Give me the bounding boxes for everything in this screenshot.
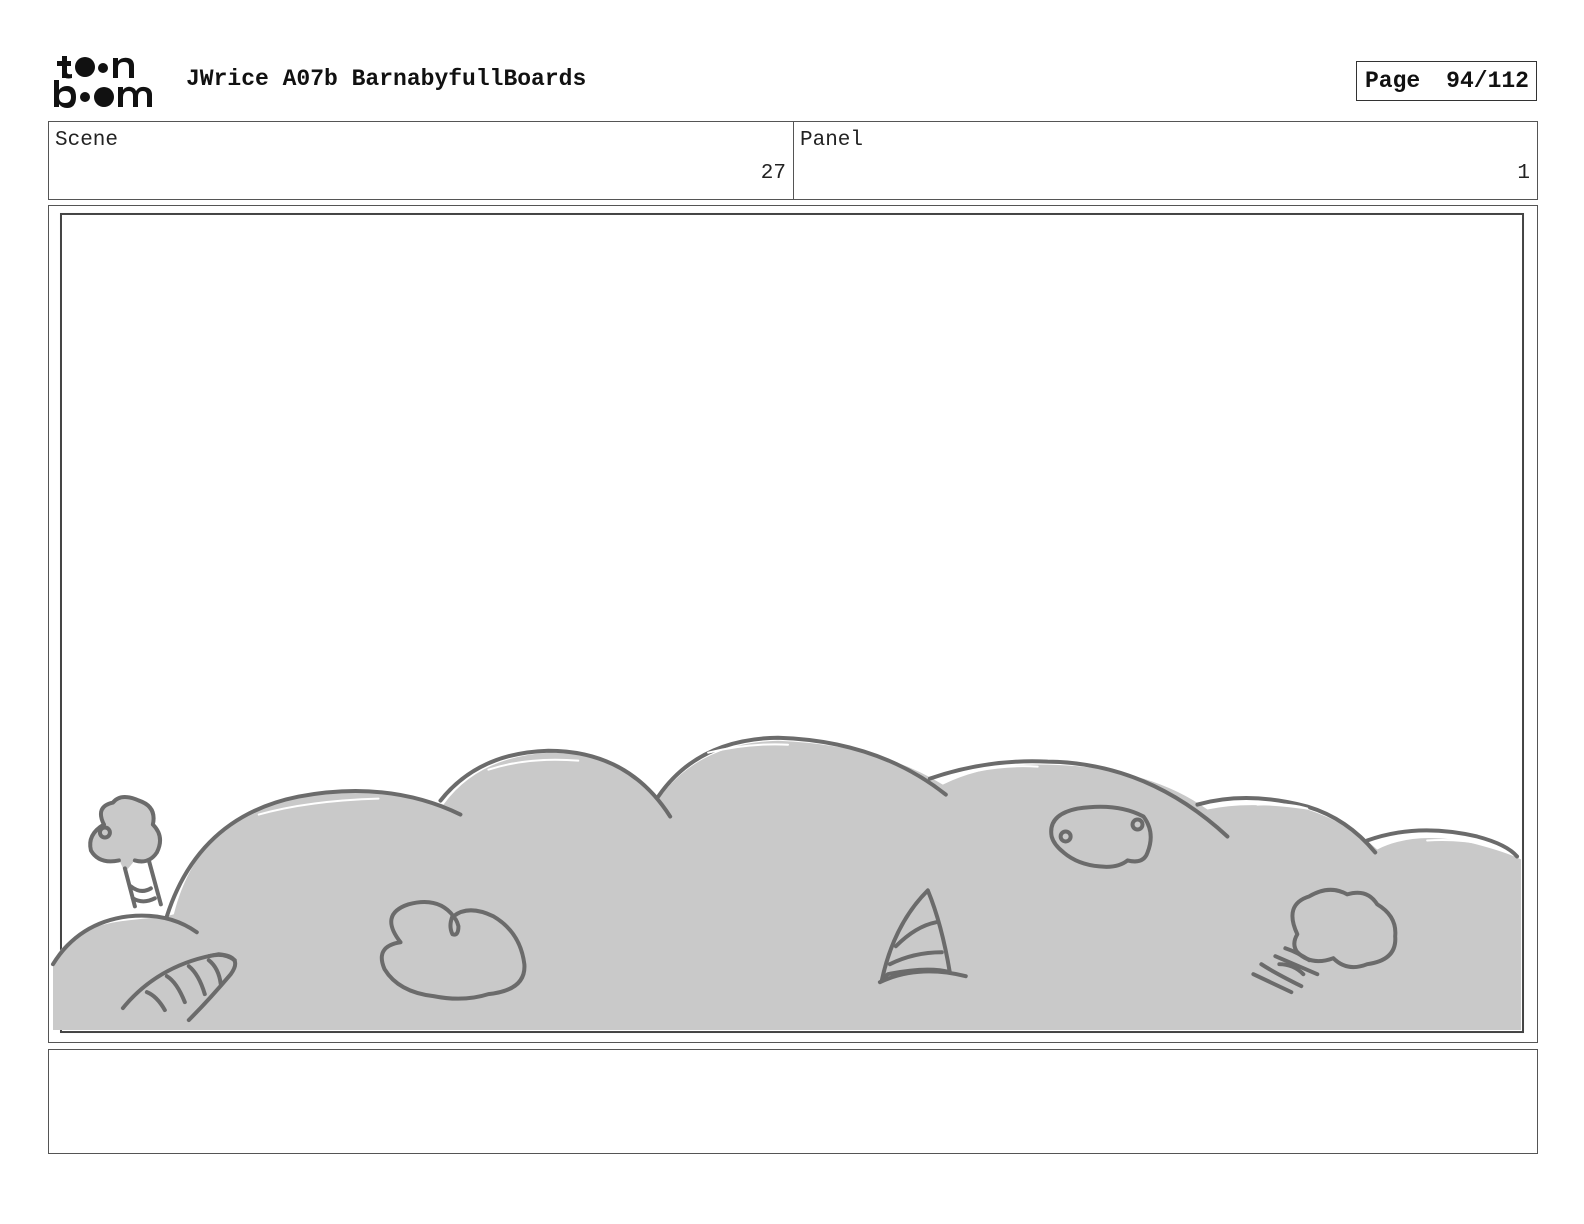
panel-number: 1: [1517, 162, 1530, 185]
panel-cell: Panel 1: [794, 122, 1537, 199]
sketch-drawing: [50, 212, 1525, 1034]
page-indicator: Page 94/112: [1356, 61, 1537, 101]
storyboard-panel: [48, 205, 1538, 1043]
page-number: 94/112: [1446, 68, 1529, 94]
panel-label: Panel: [800, 129, 864, 152]
tree-trunk-lines: [128, 884, 157, 904]
scene-label: Scene: [55, 129, 119, 152]
page-label: Page: [1365, 68, 1421, 94]
scene-cell: Scene 27: [49, 122, 794, 199]
document-title: JWrice A07b BarnabyfullBoards: [186, 66, 587, 92]
scene-number: 27: [760, 162, 786, 185]
toon-boom-logo: [54, 56, 152, 108]
dialogue-notes-box: [48, 1049, 1538, 1154]
scene-panel-info: Scene 27 Panel 1: [48, 121, 1538, 200]
